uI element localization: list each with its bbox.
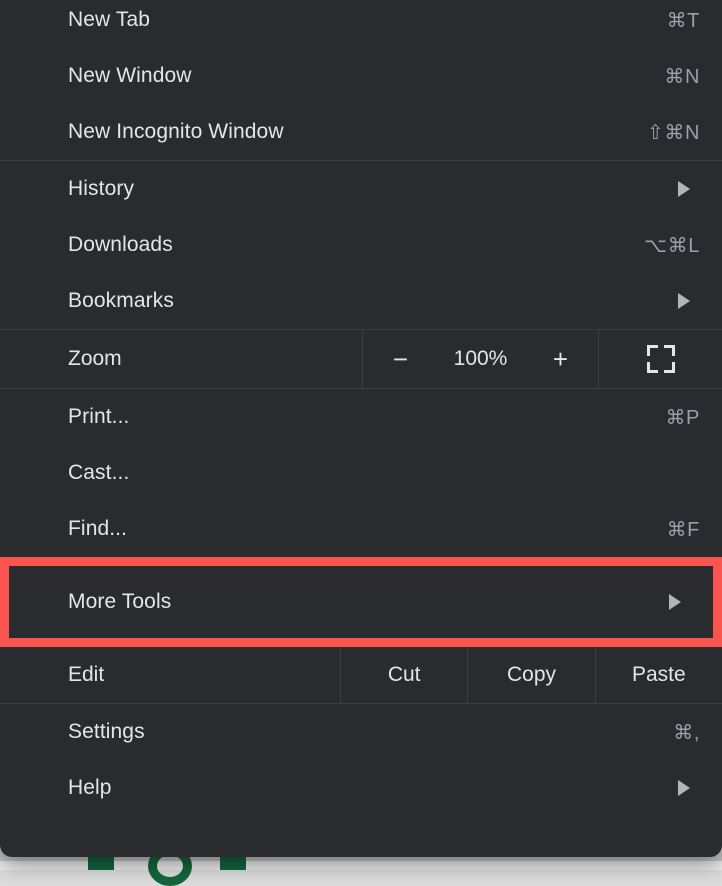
chevron-right-icon xyxy=(669,594,681,610)
chevron-right-icon xyxy=(678,181,690,197)
menu-item-cast[interactable]: Cast... xyxy=(0,445,722,501)
fullscreen-button[interactable] xyxy=(599,330,722,388)
menu-item-shortcut: ⌘, xyxy=(673,720,700,745)
menu-item-new-window[interactable]: New Window ⌘N xyxy=(0,48,722,104)
menu-item-help[interactable]: Help xyxy=(0,760,722,816)
menu-item-label: More Tools xyxy=(68,590,171,614)
zoom-level-value: 100% xyxy=(450,347,512,371)
menu-item-label: Cast... xyxy=(68,461,129,485)
menu-item-shortcut: ⌘F xyxy=(667,517,700,542)
more-tools-highlight: More Tools xyxy=(0,557,722,647)
menu-group-page: Print... ⌘P Cast... Find... ⌘F xyxy=(0,389,722,557)
menu-item-downloads[interactable]: Downloads ⌥⌘L xyxy=(0,217,722,273)
menu-row-edit: Edit Cut Copy Paste xyxy=(0,647,722,703)
fullscreen-icon xyxy=(647,345,675,373)
menu-item-label: Bookmarks xyxy=(68,289,174,313)
zoom-out-button[interactable]: − xyxy=(388,346,414,372)
chrome-main-menu: New Tab ⌘T New Window ⌘N New Incognito W… xyxy=(0,0,722,857)
menu-item-settings[interactable]: Settings ⌘, xyxy=(0,704,722,760)
chevron-right-icon xyxy=(678,293,690,309)
zoom-controls: − 100% + xyxy=(362,330,599,388)
menu-item-new-incognito-window[interactable]: New Incognito Window ⇧⌘N xyxy=(0,104,722,160)
menu-item-history[interactable]: History xyxy=(0,161,722,217)
logo-bar-2 xyxy=(220,856,246,870)
menu-item-label: New Tab xyxy=(68,8,150,32)
menu-item-shortcut: ⇧⌘N xyxy=(647,120,700,145)
chevron-right-icon xyxy=(678,780,690,796)
menu-item-new-tab[interactable]: New Tab ⌘T xyxy=(0,0,722,48)
zoom-label: Zoom xyxy=(0,330,362,388)
menu-item-bookmarks[interactable]: Bookmarks xyxy=(0,273,722,329)
menu-item-find[interactable]: Find... ⌘F xyxy=(0,501,722,557)
edit-paste-button[interactable]: Paste xyxy=(595,647,722,703)
menu-item-label: New Window xyxy=(68,64,192,88)
menu-item-shortcut: ⌥⌘L xyxy=(644,233,700,258)
edit-cut-button[interactable]: Cut xyxy=(340,647,467,703)
menu-row-zoom: Zoom − 100% + xyxy=(0,330,722,388)
menu-item-label: Find... xyxy=(68,517,127,541)
menu-item-label: Settings xyxy=(68,720,145,744)
logo-bar-1 xyxy=(88,856,114,870)
menu-item-label: New Incognito Window xyxy=(68,120,284,144)
menu-group-browsing: History Downloads ⌥⌘L Bookmarks xyxy=(0,161,722,329)
menu-item-shortcut: ⌘T xyxy=(667,8,700,33)
menu-item-print[interactable]: Print... ⌘P xyxy=(0,389,722,445)
menu-item-label: History xyxy=(68,177,134,201)
edit-label: Edit xyxy=(0,647,340,703)
menu-item-label: Downloads xyxy=(68,233,173,257)
menu-group-new: New Tab ⌘T New Window ⌘N New Incognito W… xyxy=(0,0,722,160)
menu-item-shortcut: ⌘P xyxy=(665,405,700,430)
menu-group-bottom: Settings ⌘, Help xyxy=(0,704,722,816)
menu-item-shortcut: ⌘N xyxy=(664,64,700,89)
menu-item-label: Print... xyxy=(68,405,129,429)
menu-item-more-tools[interactable]: More Tools xyxy=(9,566,713,638)
zoom-in-button[interactable]: + xyxy=(548,346,574,372)
edit-copy-button[interactable]: Copy xyxy=(467,647,594,703)
menu-item-label: Help xyxy=(68,776,112,800)
